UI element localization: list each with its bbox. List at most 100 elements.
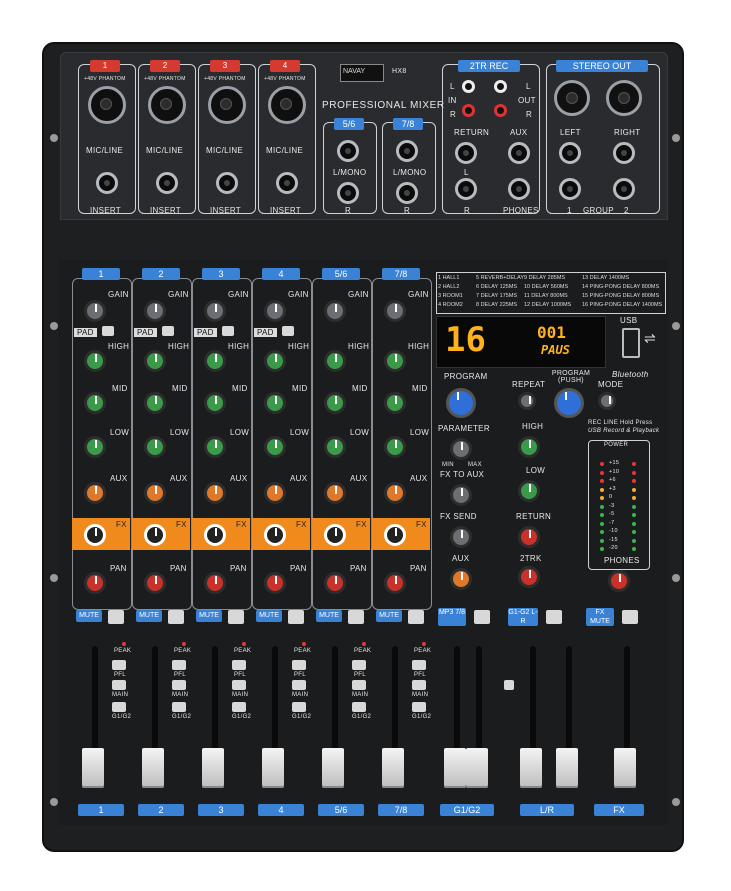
mute-switch-4[interactable] [288, 610, 304, 624]
main-button-5[interactable] [352, 680, 366, 690]
pfl-button-5[interactable] [352, 660, 366, 670]
rca-out-l[interactable] [494, 80, 507, 93]
combo-input-4[interactable] [268, 86, 306, 124]
g1g2-button-5[interactable] [352, 702, 366, 712]
gain-knob-6[interactable] [384, 300, 406, 322]
pan-knob-3[interactable] [204, 572, 226, 594]
pfl-button-6[interactable] [412, 660, 426, 670]
mp3-78-button[interactable]: MP3 7/8 [438, 608, 466, 626]
mid-eq-knob-3[interactable] [204, 392, 226, 414]
program-knob[interactable] [446, 388, 476, 418]
g1g2-button-2[interactable] [172, 702, 186, 712]
high-eq-knob-5[interactable] [324, 350, 346, 372]
insert-jack-4[interactable] [276, 172, 298, 194]
rca-in-l[interactable] [462, 80, 475, 93]
insert-jack-3[interactable] [216, 172, 238, 194]
gain-knob-3[interactable] [204, 300, 226, 322]
mute-button-1[interactable]: MUTE [76, 610, 102, 622]
main-button-6[interactable] [412, 680, 426, 690]
main-button-3[interactable] [232, 680, 246, 690]
return-l-jack[interactable] [455, 142, 477, 164]
aux-send-knob-4[interactable] [264, 482, 286, 504]
channel-fader-2[interactable] [142, 748, 164, 788]
mp3-high-knob[interactable] [518, 436, 540, 458]
aux-master-knob[interactable] [450, 568, 472, 590]
insert-jack-1[interactable] [96, 172, 118, 194]
group-2-jack[interactable] [613, 178, 635, 200]
gain-knob-4[interactable] [264, 300, 286, 322]
pad-button-2[interactable] [162, 326, 174, 336]
g1g2-button-6[interactable] [412, 702, 426, 712]
mute-button-4[interactable]: MUTE [256, 610, 282, 622]
xlr-out-right[interactable] [606, 80, 642, 116]
main-button-1[interactable] [112, 680, 126, 690]
fx-send-knob-1[interactable] [84, 524, 106, 546]
return-r-jack[interactable] [455, 178, 477, 200]
mid-eq-knob-4[interactable] [264, 392, 286, 414]
rca-in-r[interactable] [462, 104, 475, 117]
low-eq-knob-2[interactable] [144, 436, 166, 458]
rca-out-r[interactable] [494, 104, 507, 117]
fx-send-knob-6[interactable] [384, 524, 406, 546]
channel-fader-5[interactable] [322, 748, 344, 788]
mute-button-6[interactable]: MUTE [376, 610, 402, 622]
phones-jack[interactable] [508, 178, 530, 200]
pan-knob-6[interactable] [384, 572, 406, 594]
high-eq-knob-4[interactable] [264, 350, 286, 372]
main-out-right-jack[interactable] [613, 142, 635, 164]
l-fader[interactable] [520, 748, 542, 788]
mute-switch-1[interactable] [108, 610, 124, 624]
main-button-4[interactable] [292, 680, 306, 690]
program-push-knob[interactable] [554, 388, 584, 418]
stereo-56-r-jack[interactable] [337, 182, 359, 204]
fx-mute-button[interactable]: FX MUTE [586, 608, 614, 626]
low-eq-knob-3[interactable] [204, 436, 226, 458]
mute-switch-3[interactable] [228, 610, 244, 624]
stereo-78-r-jack[interactable] [396, 182, 418, 204]
main-out-left-jack[interactable] [559, 142, 581, 164]
mute-button-3[interactable]: MUTE [196, 610, 222, 622]
stereo-78-l-jack[interactable] [396, 140, 418, 162]
mp3-low-knob[interactable] [518, 480, 540, 502]
gain-knob-5[interactable] [324, 300, 346, 322]
high-eq-knob-2[interactable] [144, 350, 166, 372]
g2-fader[interactable] [466, 748, 488, 788]
mute-switch-5[interactable] [348, 610, 364, 624]
pad-button-1[interactable] [102, 326, 114, 336]
repeat-button[interactable] [518, 392, 536, 410]
xlr-out-left[interactable] [554, 80, 590, 116]
gain-knob-2[interactable] [144, 300, 166, 322]
pan-knob-5[interactable] [324, 572, 346, 594]
mode-button[interactable] [598, 392, 616, 410]
fx-send-knob-3[interactable] [204, 524, 226, 546]
mid-eq-knob-5[interactable] [324, 392, 346, 414]
r-fader[interactable] [556, 748, 578, 788]
g1g2-button-1[interactable] [112, 702, 126, 712]
fx-to-aux-knob[interactable] [450, 484, 472, 506]
fx-mute-switch[interactable] [622, 610, 638, 624]
pfl-button-2[interactable] [172, 660, 186, 670]
channel-fader-3[interactable] [202, 748, 224, 788]
aux-send-knob-2[interactable] [144, 482, 166, 504]
fx-fader[interactable] [614, 748, 636, 788]
high-eq-knob-6[interactable] [384, 350, 406, 372]
mute-switch-6[interactable] [408, 610, 424, 624]
aux-jack[interactable] [508, 142, 530, 164]
channel-fader-4[interactable] [262, 748, 284, 788]
mute-button-2[interactable]: MUTE [136, 610, 162, 622]
usb-port[interactable] [622, 328, 640, 358]
low-eq-knob-1[interactable] [84, 436, 106, 458]
main-button-2[interactable] [172, 680, 186, 690]
master-switch[interactable] [504, 680, 514, 690]
pan-knob-2[interactable] [144, 572, 166, 594]
high-eq-knob-3[interactable] [204, 350, 226, 372]
low-eq-knob-6[interactable] [384, 436, 406, 458]
phones-level-knob[interactable] [608, 570, 630, 592]
aux-send-knob-3[interactable] [204, 482, 226, 504]
fx-send-knob[interactable] [450, 526, 472, 548]
stereo-56-l-jack[interactable] [337, 140, 359, 162]
gain-knob-1[interactable] [84, 300, 106, 322]
low-eq-knob-5[interactable] [324, 436, 346, 458]
fx-send-knob-5[interactable] [324, 524, 346, 546]
g1g2-button-3[interactable] [232, 702, 246, 712]
